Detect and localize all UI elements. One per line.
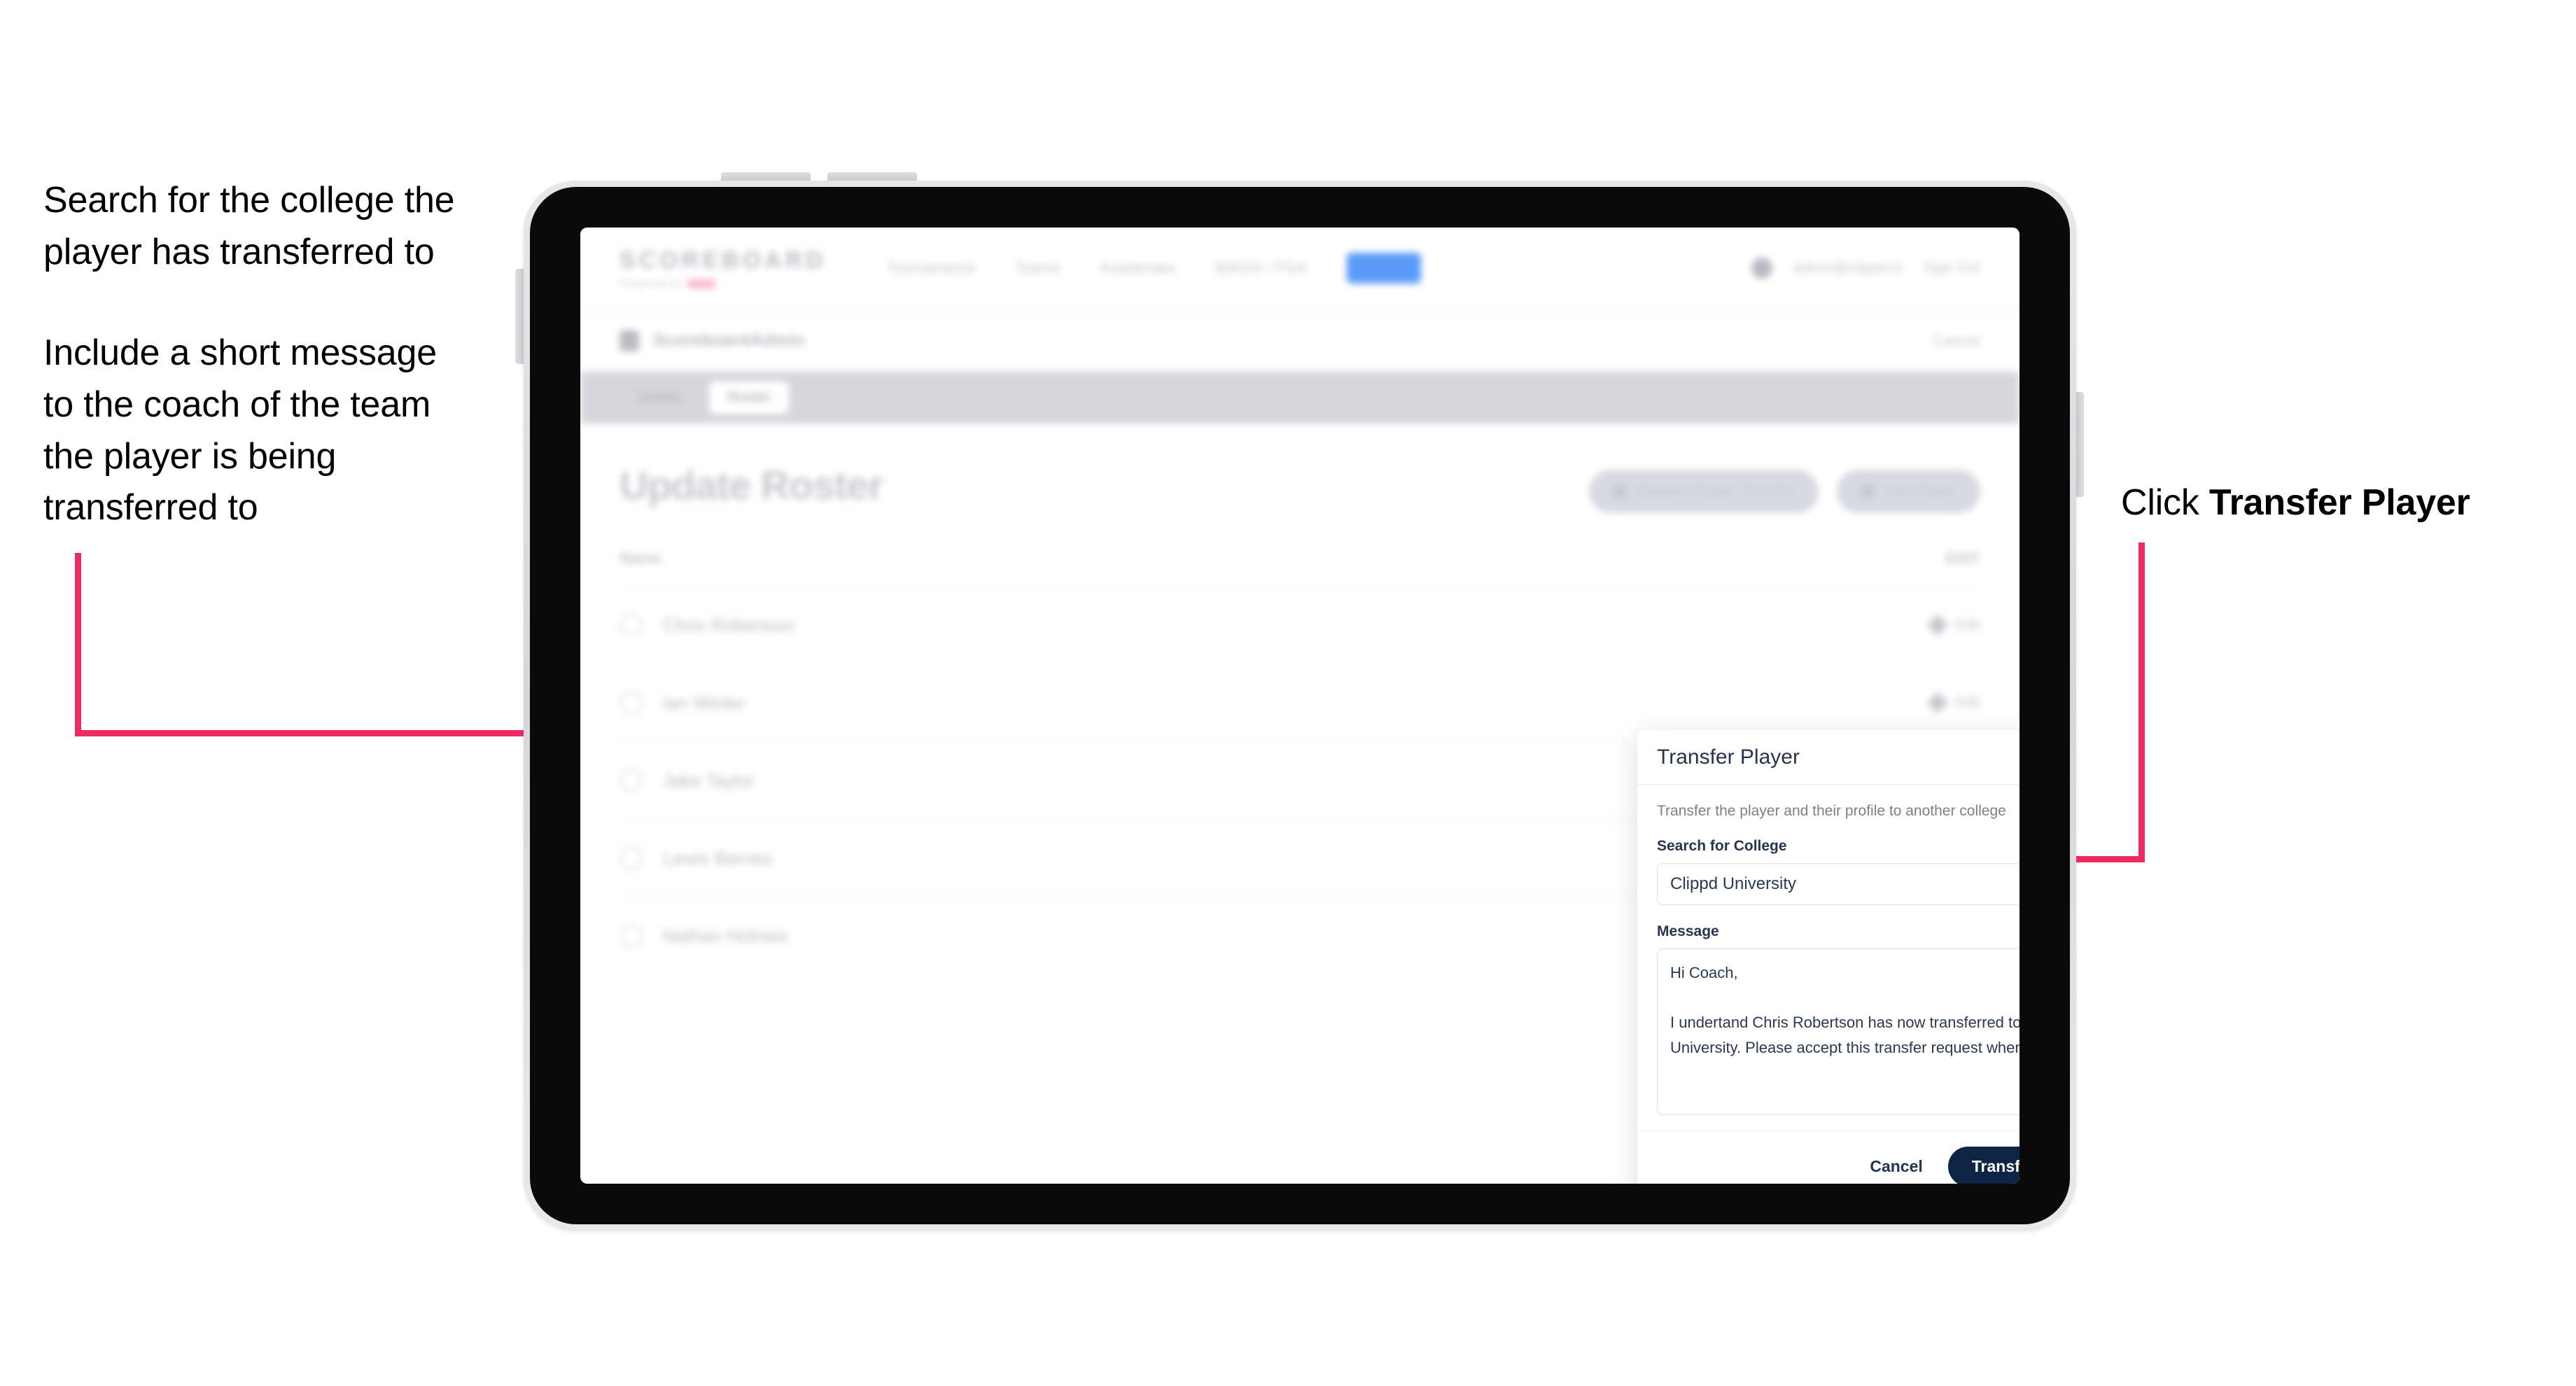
row-checkbox[interactable] [620,769,643,792]
search-college-label: Search for College [1657,838,1787,854]
main-nav: Tournaments Teams Academies WAGR / PGA A… [887,253,1422,284]
plus-icon [1861,484,1875,498]
annotation-click-target: Transfer Player [2208,482,2470,523]
table-row[interactable]: Chris Robertson Edit [620,586,1980,664]
row-edit-label: Edit [1954,617,1980,633]
transfer-player-modal: Transfer Player Transfer the player and … [1637,730,2019,1184]
header-user-email: admin@clippd.io [1793,260,1903,276]
brand-subline: Powered by [620,278,827,290]
roster-header-row: Name EDIT [620,550,1980,586]
tab-roster[interactable]: Roster [709,382,790,414]
modal-body: Transfer the player and their profile to… [1637,785,2019,1130]
row-checkbox[interactable] [620,613,643,637]
tab-bar: Details Roster [580,372,2019,424]
row-player-name: Lewis Barnes [663,847,773,869]
search-college-input[interactable]: Clippd University [1657,863,2019,905]
request-player-transfer-button[interactable]: Request Player Transfer [1588,470,1819,513]
page-actions: Request Player Transfer Add Player [1588,470,1980,513]
roster-col-edit: EDIT [1945,550,1980,567]
pencil-icon [1926,692,1949,714]
annotation-search-note: Search for the college the player has tr… [43,180,455,272]
modal-header: Transfer Player [1637,730,2019,785]
breadcrumb-cancel[interactable]: Cancel [1933,332,1980,350]
transfer-player-button[interactable]: Transfer Player [1947,1147,2019,1184]
nav-item-tournaments[interactable]: Tournaments [887,259,976,277]
header-right: admin@clippd.io Sign Out [1751,258,1980,279]
row-player-name: Jake Taylor [663,769,755,791]
row-edit-label: Edit [1954,694,1980,710]
breadcrumb-title[interactable]: Scoreboard [653,330,750,351]
annotation-message-note: Include a short message to the coach of … [43,332,437,528]
nav-item-teams[interactable]: Teams [1015,259,1060,277]
row-player-name: Ian Winter [663,692,746,713]
row-edit-action[interactable]: Edit [1926,692,1980,714]
cancel-button[interactable]: Cancel [1865,1156,1926,1177]
nav-item-academies[interactable]: Academies [1100,259,1176,277]
breadcrumb: Scoreboard Admin Cancel [580,310,2019,372]
app-header: SCOREBOARD Powered by Tournaments Teams … [580,227,2019,310]
brand-name: SCOREBOARD [620,246,827,274]
brand-badge [687,279,716,288]
tablet-bezel: SCOREBOARD Powered by Tournaments Teams … [530,187,2070,1224]
modal-footer: Cancel Transfer Player [1637,1130,2019,1184]
row-checkbox[interactable] [620,846,643,870]
row-checkbox[interactable] [620,924,643,948]
breadcrumb-sub: Admin [750,330,805,350]
annotation-click-note: Click Transfer Player [2121,477,2555,529]
page-head: Update Roster Request Player Transfer Ad… [620,463,1980,513]
brand-logo[interactable]: SCOREBOARD Powered by [620,247,827,290]
tablet-screen: SCOREBOARD Powered by Tournaments Teams … [580,227,2019,1184]
tablet-device-frame: SCOREBOARD Powered by Tournaments Teams … [524,181,2076,1231]
row-player-name: Nathan Holmes [663,925,789,946]
nav-item-admin[interactable]: Admin [1346,253,1422,284]
brand-sub-text: Powered by [620,277,682,290]
modal-description: Transfer the player and their profile to… [1657,803,2006,819]
row-edit-action[interactable]: Edit [1926,614,1980,636]
breadcrumb-icon [620,330,639,351]
row-player-name: Chris Robertson [663,614,794,636]
message-label: Message [1657,923,1719,939]
tab-details[interactable]: Details [620,382,701,414]
roster-col-name: Name [620,550,662,567]
add-player-button[interactable]: Add Player [1837,470,1980,513]
request-player-transfer-label: Request Player Transfer [1636,483,1795,499]
row-checkbox[interactable] [620,691,643,715]
pencil-icon [1926,614,1949,636]
avatar[interactable] [1751,258,1772,279]
nav-item-wagr-pga[interactable]: WAGR / PGA [1214,259,1307,277]
message-textarea[interactable]: Hi Coach, I undertand Chris Robertson ha… [1657,948,2019,1115]
connector-right-vertical [2138,542,2145,862]
page-title: Update Roster [620,463,884,508]
sign-out-link[interactable]: Sign Out [1923,260,1980,276]
add-player-label: Add Player [1884,483,1956,499]
modal-title: Transfer Player [1657,745,1800,769]
annotation-click-prefix: Click [2121,482,2209,523]
connector-left-vertical [75,553,81,736]
transfer-icon [1612,484,1627,498]
